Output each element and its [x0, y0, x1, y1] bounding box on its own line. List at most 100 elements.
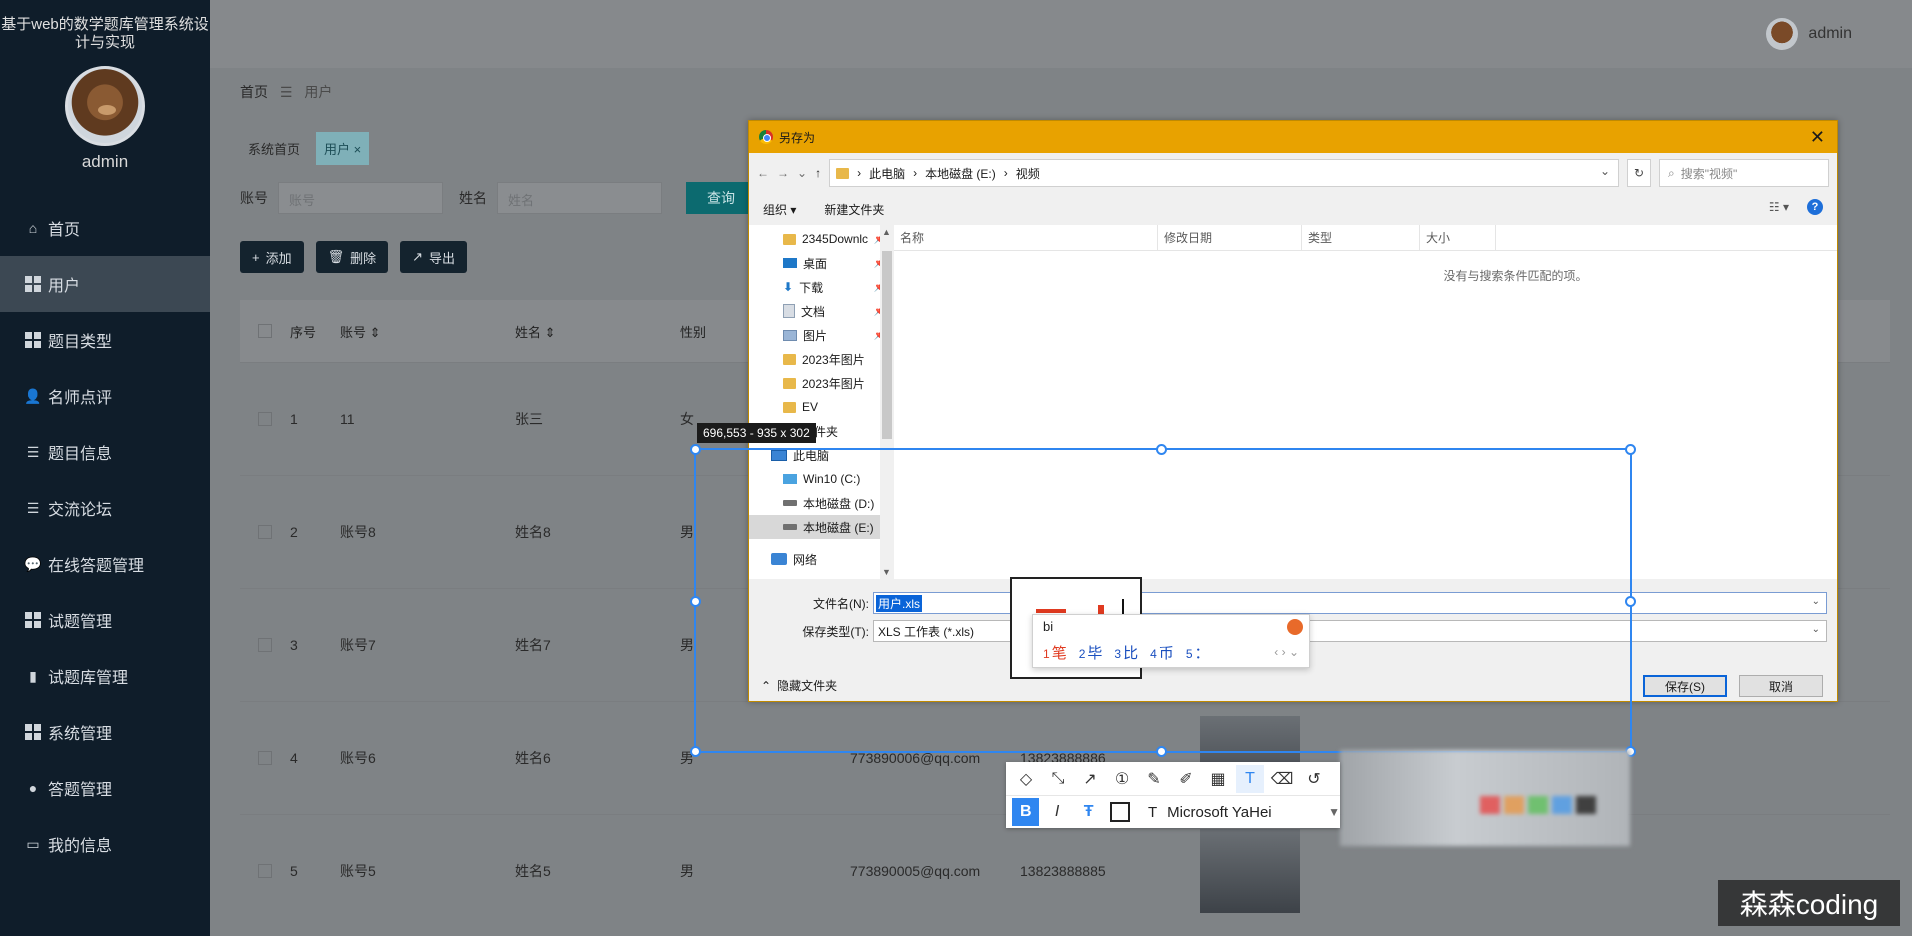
tab-home[interactable]: 系统首页: [240, 132, 308, 165]
add-button[interactable]: + 添加: [240, 241, 304, 273]
organize-menu[interactable]: 组织 ▾: [763, 201, 796, 218]
nav-item[interactable]: 2023年图片: [749, 347, 894, 371]
ime-candidate[interactable]: 1笔: [1043, 642, 1067, 663]
col-account[interactable]: 账号 ⇕: [340, 322, 515, 341]
row-checkbox[interactable]: [240, 638, 290, 652]
shape-icon[interactable]: ◇: [1012, 765, 1040, 793]
resize-handle[interactable]: [690, 444, 701, 455]
view-options-icon[interactable]: ☷ ▾: [1769, 200, 1789, 214]
chevron-down-icon[interactable]: ⌄: [797, 166, 807, 180]
resize-handle[interactable]: [690, 596, 701, 607]
row-checkbox[interactable]: [240, 864, 290, 878]
user-photo[interactable]: [1200, 829, 1300, 913]
number-marker-icon[interactable]: ①: [1108, 765, 1136, 793]
col-modified[interactable]: 修改日期: [1158, 225, 1302, 250]
resize-handle[interactable]: [1156, 746, 1167, 757]
resize-handle[interactable]: [690, 746, 701, 757]
forward-icon[interactable]: →: [777, 166, 789, 180]
sidebar-item-teacher-reviews[interactable]: 👤 名师点评: [0, 368, 210, 424]
arrow-icon[interactable]: ↗: [1076, 765, 1104, 793]
query-button[interactable]: 查询: [686, 182, 756, 214]
top-user-menu[interactable]: admin: [1766, 18, 1852, 50]
resize-handle[interactable]: [1156, 444, 1167, 455]
col-name[interactable]: 姓名 ⇕: [515, 322, 680, 341]
sidebar-item-home[interactable]: ⌂ 首页: [0, 200, 210, 256]
folder-search-input[interactable]: ⌕ 搜索"视频": [1658, 159, 1829, 187]
text-background-toggle[interactable]: [1110, 802, 1130, 822]
sidebar-item-users[interactable]: 用户: [0, 256, 210, 312]
path-segment[interactable]: 此电脑: [869, 165, 905, 182]
chevron-down-icon[interactable]: ⌄: [1812, 596, 1820, 607]
address-bar[interactable]: › 此电脑 › 本地磁盘 (E:) › 视频 ⌄: [829, 159, 1620, 187]
col-size[interactable]: 大小: [1420, 225, 1496, 250]
sidebar-item-question-info[interactable]: ☰ 题目信息: [0, 424, 210, 480]
name-input[interactable]: 姓名: [497, 182, 662, 214]
ime-candidate[interactable]: 2毕: [1079, 642, 1103, 663]
col-no: 序号: [290, 324, 317, 340]
undo-icon[interactable]: ↺: [1300, 765, 1328, 793]
nav-item[interactable]: EV: [749, 395, 894, 419]
nav-item[interactable]: 2023年图片: [749, 371, 894, 395]
path-segment[interactable]: 视频: [1016, 165, 1040, 182]
ime-candidate[interactable]: 4币: [1150, 642, 1174, 663]
refresh-button[interactable]: ↻: [1627, 159, 1651, 187]
italic-toggle[interactable]: I: [1043, 798, 1070, 826]
chevron-down-icon[interactable]: ⌄: [1600, 164, 1610, 178]
close-icon[interactable]: ✕: [1810, 127, 1825, 148]
tab-users[interactable]: 用户 ×: [316, 132, 370, 165]
cancel-button[interactable]: 取消: [1739, 675, 1823, 697]
new-folder-button[interactable]: 新建文件夹: [824, 201, 884, 218]
folder-icon: [783, 377, 796, 389]
nav-item[interactable]: ⬇下载📌: [749, 275, 894, 299]
save-button[interactable]: 保存(S): [1643, 675, 1727, 697]
sidebar-item-my-info[interactable]: ▭ 我的信息: [0, 816, 210, 872]
sidebar-item-forum[interactable]: ☰ 交流论坛: [0, 480, 210, 536]
capture-selection[interactable]: [690, 444, 1636, 757]
row-checkbox[interactable]: [240, 525, 290, 539]
ime-logo-icon[interactable]: [1287, 619, 1303, 635]
resize-handle[interactable]: [1625, 444, 1636, 455]
breadcrumb-home[interactable]: 首页: [240, 84, 268, 100]
sidebar-item-answer-management[interactable]: ● 答题管理: [0, 760, 210, 816]
nav-item[interactable]: 文档📌: [749, 299, 894, 323]
sidebar-item-online-answer[interactable]: 💬 在线答题管理: [0, 536, 210, 592]
path-segment[interactable]: 本地磁盘 (E:): [925, 165, 996, 182]
avatar[interactable]: [65, 66, 145, 146]
polyline-icon[interactable]: ⤡: [1044, 765, 1072, 793]
mosaic-icon[interactable]: ▦: [1204, 765, 1232, 793]
eraser-icon[interactable]: ⌫: [1268, 765, 1296, 793]
row-checkbox[interactable]: [240, 751, 290, 765]
sidebar-item-question-bank[interactable]: ▮ 试题库管理: [0, 648, 210, 704]
scrollbar-thumb[interactable]: [882, 251, 892, 439]
account-input[interactable]: 账号: [278, 182, 443, 214]
back-icon[interactable]: ←: [757, 166, 769, 180]
pencil-icon[interactable]: ✎: [1140, 765, 1168, 793]
row-checkbox[interactable]: [240, 412, 290, 426]
up-icon[interactable]: ↑: [815, 166, 821, 180]
resize-handle[interactable]: [1625, 596, 1636, 607]
text-tool-icon[interactable]: T: [1236, 764, 1264, 793]
col-type[interactable]: 类型: [1302, 225, 1420, 250]
font-select[interactable]: T Microsoft YaHei ▼: [1148, 804, 1340, 821]
delete-button[interactable]: 🗑 删除: [315, 241, 389, 273]
nav-item[interactable]: 图片📌: [749, 323, 894, 347]
nav-item[interactable]: 2345Downlc📌: [749, 227, 894, 251]
ime-pager-icon[interactable]: ‹ › ⌄: [1274, 645, 1299, 659]
highlighter-icon[interactable]: ✐: [1172, 765, 1200, 793]
help-icon[interactable]: ?: [1807, 199, 1823, 215]
nav-item[interactable]: 桌面📌: [749, 251, 894, 275]
sidebar-item-system[interactable]: 系统管理: [0, 704, 210, 760]
bold-toggle[interactable]: B: [1012, 798, 1040, 826]
export-button[interactable]: ↗ 导出: [400, 241, 468, 273]
col-name[interactable]: 名称: [894, 225, 1158, 250]
ime-candidate[interactable]: 5：: [1186, 642, 1210, 663]
sidebar-item-question-types[interactable]: 题目类型: [0, 312, 210, 368]
sidebar-item-exam-questions[interactable]: 试题管理: [0, 592, 210, 648]
select-all-checkbox[interactable]: [240, 324, 290, 338]
chevron-down-icon[interactable]: ⌄: [1812, 624, 1820, 635]
chevron-up-icon[interactable]: ▲: [882, 227, 891, 237]
ime-candidate[interactable]: 3比: [1114, 642, 1138, 663]
dialog-titlebar[interactable]: 另存为 ✕: [749, 121, 1837, 153]
text-outline-toggle[interactable]: Ŧ: [1075, 798, 1102, 826]
list-icon: ☰: [26, 499, 40, 516]
